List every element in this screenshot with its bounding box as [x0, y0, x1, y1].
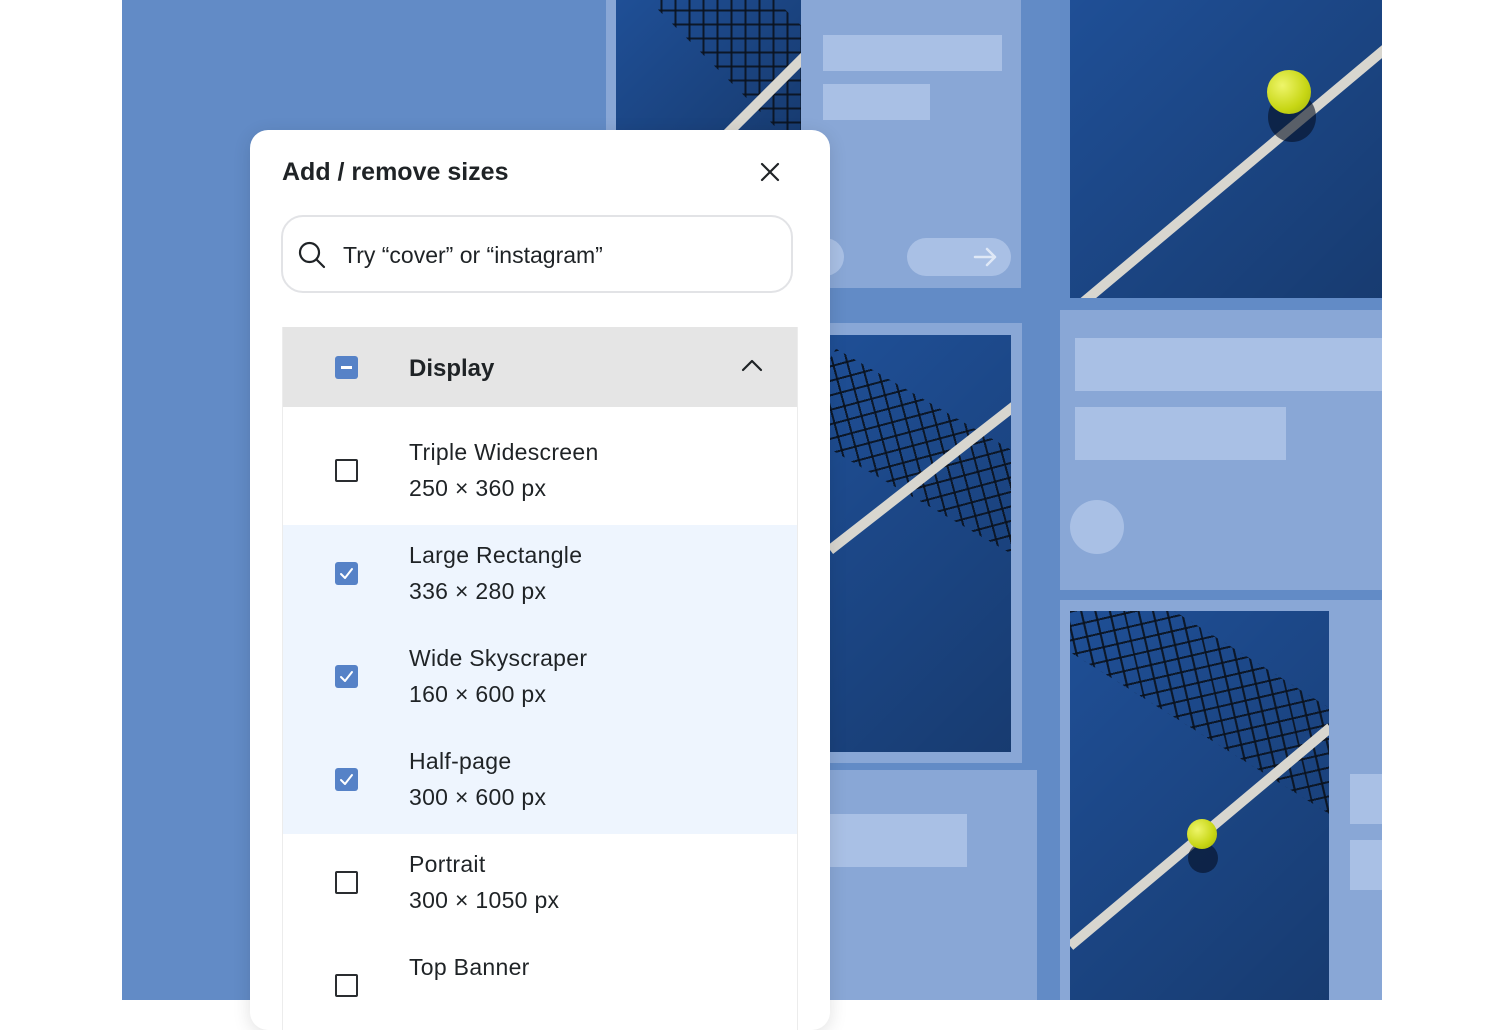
- size-item-portrait[interactable]: Portrait 300 × 1050 px: [283, 834, 797, 937]
- tennis-net-photo: [830, 335, 1011, 752]
- item-name: Wide Skyscraper: [409, 645, 588, 671]
- text-placeholder: [823, 35, 1002, 71]
- tennis-ball-photo: [1070, 0, 1382, 298]
- item-name: Triple Widescreen: [409, 439, 599, 465]
- group-header-display[interactable]: Display: [283, 327, 797, 407]
- preview-card-middle: [822, 323, 1022, 763]
- text-placeholder: [1350, 840, 1382, 890]
- item-size: 336 × 280 px: [409, 578, 547, 604]
- text-placeholder: [823, 84, 930, 120]
- add-remove-sizes-dialog: Add / remove sizes Display Triple Widesc…: [250, 130, 830, 1030]
- item-name: Large Rectangle: [409, 542, 583, 568]
- text-placeholder: [1075, 407, 1286, 460]
- preview-card-right: [1060, 310, 1382, 590]
- item-name: Half-page: [409, 748, 512, 774]
- chevron-up-icon[interactable]: [741, 357, 763, 373]
- tennis-net-photo: [616, 0, 801, 130]
- search-input[interactable]: [341, 233, 775, 277]
- size-item-triple-widescreen[interactable]: Triple Widescreen 250 × 360 px: [283, 422, 797, 525]
- size-item-half-page[interactable]: Half-page 300 × 600 px: [283, 731, 797, 834]
- item-size: 300 × 1050 px: [409, 887, 560, 913]
- text-placeholder: [1350, 774, 1382, 824]
- cta-placeholder[interactable]: [907, 238, 1011, 276]
- size-item-wide-skyscraper[interactable]: Wide Skyscraper 160 × 600 px: [283, 628, 797, 731]
- item-checkbox[interactable]: [335, 871, 358, 894]
- close-button[interactable]: [756, 158, 784, 186]
- item-checkbox[interactable]: [335, 562, 358, 585]
- arrow-right-icon: [973, 247, 997, 267]
- search-icon: [298, 241, 326, 269]
- item-checkbox[interactable]: [335, 768, 358, 791]
- item-size: 250 × 360 px: [409, 475, 547, 501]
- text-placeholder: [822, 814, 967, 867]
- avatar-placeholder: [1070, 500, 1124, 554]
- size-list[interactable]: Display Triple Widescreen 250 × 360 px L…: [282, 327, 798, 1030]
- item-name: Portrait: [409, 851, 486, 877]
- item-size: 300 × 600 px: [409, 784, 547, 810]
- group-label: Display: [409, 355, 495, 382]
- tennis-court-photo: [1070, 611, 1329, 1000]
- size-item-top-banner[interactable]: Top Banner: [283, 937, 797, 1030]
- item-size: 160 × 600 px: [409, 681, 547, 707]
- size-item-large-rectangle[interactable]: Large Rectangle 336 × 280 px: [283, 525, 797, 628]
- item-checkbox[interactable]: [335, 459, 358, 482]
- dialog-title: Add / remove sizes: [282, 158, 509, 186]
- close-icon: [760, 162, 780, 182]
- group-checkbox-partial[interactable]: [335, 356, 358, 379]
- preview-card-bottom: [822, 770, 1037, 1000]
- item-checkbox[interactable]: [335, 974, 358, 997]
- preview-card-bottom-right: [1060, 600, 1382, 1000]
- item-checkbox[interactable]: [335, 665, 358, 688]
- text-placeholder: [1075, 338, 1382, 391]
- item-name: Top Banner: [409, 954, 530, 980]
- search-box[interactable]: [281, 215, 793, 293]
